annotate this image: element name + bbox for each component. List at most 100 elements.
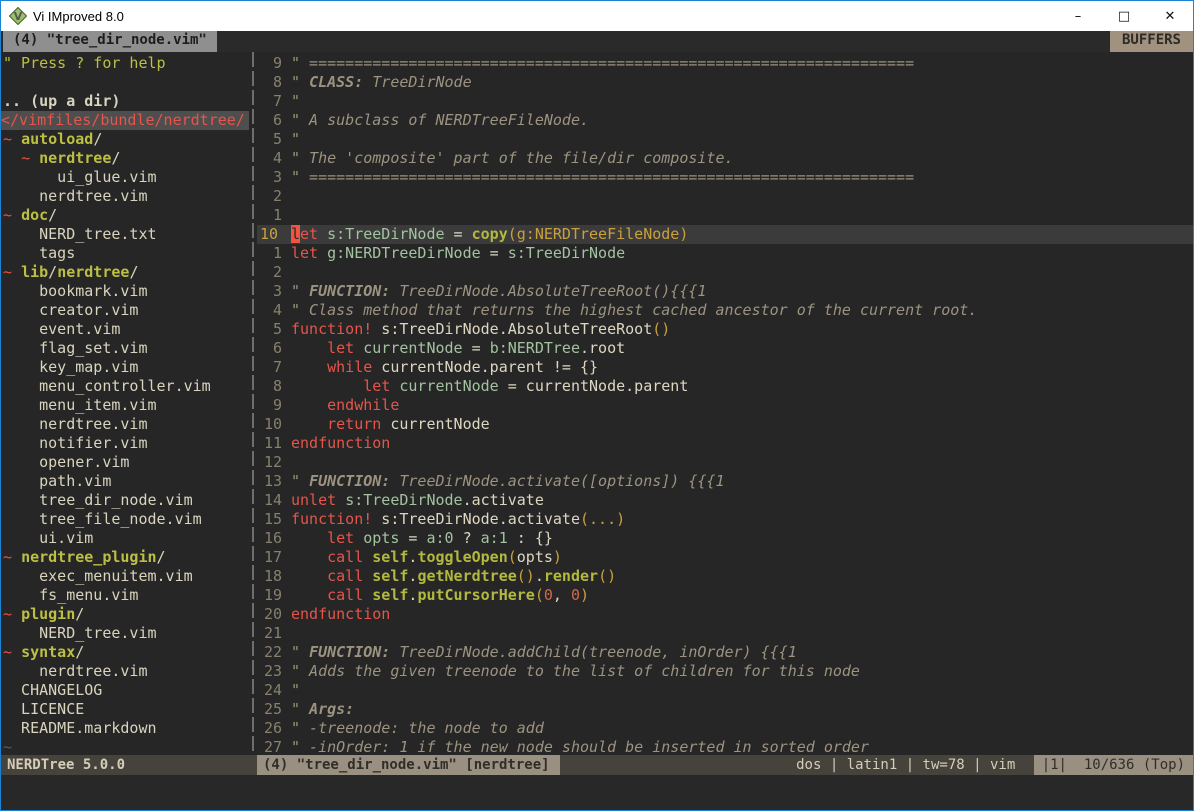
window-controls: – □ ✕ (1055, 1, 1193, 31)
tree-file-tree-file-node[interactable]: tree_file_node.vim (1, 510, 249, 529)
syntax-pl (318, 244, 327, 262)
syntax-dir: syntax (21, 643, 75, 661)
code-line-current[interactable]: 10let s:TreeDirNode = copy(g:NERDTreeFil… (257, 225, 1193, 244)
syntax-file: LICENCE (3, 700, 84, 718)
tree-blank-line[interactable] (1, 73, 249, 92)
tree-dir-doc[interactable]: ~ doc/ (1, 206, 249, 225)
syntax-par: () (598, 567, 616, 585)
code-line[interactable]: 19 call self.putCursorHere(0, 0) (257, 586, 1193, 605)
tree-file-ui-glue[interactable]: ui_glue.vim (1, 168, 249, 187)
code-line[interactable]: 9" =====================================… (257, 54, 1193, 73)
code-line[interactable]: 15function! s:TreeDirNode.activate(...) (257, 510, 1193, 529)
code-line[interactable]: 16 let opts = a:0 ? a:1 : {} (257, 529, 1193, 548)
tree-file-bookmark[interactable]: bookmark.vim (1, 282, 249, 301)
tree-file-creator[interactable]: creator.vim (1, 301, 249, 320)
tree-file-lib-nerdtree-vim[interactable]: nerdtree.vim (1, 415, 249, 434)
syntax-num: 0 (544, 586, 553, 604)
code-line[interactable]: 22" FUNCTION: TreeDirNode.addChild(treen… (257, 643, 1193, 662)
tree-file-notifier[interactable]: notifier.vim (1, 434, 249, 453)
syntax-comb: CLASS: (309, 73, 363, 91)
minimize-button[interactable]: – (1055, 1, 1101, 31)
code-line[interactable]: 21 (257, 624, 1193, 643)
code-line[interactable]: 25" Args: (257, 700, 1193, 719)
tree-file-key-map[interactable]: key_map.vim (1, 358, 249, 377)
code-line[interactable]: 6" A subclass of NERDTreeFileNode. (257, 111, 1193, 130)
tree-file-tags[interactable]: tags (1, 244, 249, 263)
syntax-help: " Press ? for help (3, 54, 166, 72)
tree-file-ui[interactable]: ui.vim (1, 529, 249, 548)
code-line[interactable]: 12 (257, 453, 1193, 472)
tree-file-menu-item[interactable]: menu_item.vim (1, 396, 249, 415)
code-line[interactable]: 6 let currentNode = b:NERDTree.root (257, 339, 1193, 358)
code-line[interactable]: 5function! s:TreeDirNode.AbsoluteTreeRoo… (257, 320, 1193, 339)
code-line[interactable]: 2 (257, 187, 1193, 206)
tree-dir-lib-nerdtree[interactable]: ~ lib/nerdtree/ (1, 263, 249, 282)
tree-empty-tilde[interactable]: ~ (1, 738, 249, 755)
code-line[interactable]: 1let g:NERDTreeDirNode = s:TreeDirNode (257, 244, 1193, 263)
code-line[interactable]: 7" (257, 92, 1193, 111)
tree-file-flag-set[interactable]: flag_set.vim (1, 339, 249, 358)
syntax-comb: FUNCTION: (309, 282, 390, 300)
code-line[interactable]: 27" -inOrder: 1 if the new node should b… (257, 738, 1193, 755)
syntax-pl (291, 415, 327, 433)
code-line[interactable]: 11endfunction (257, 434, 1193, 453)
line-number: 2 (257, 187, 282, 206)
tree-file-nerd-tree-vim[interactable]: NERD_tree.vim (1, 624, 249, 643)
code-line[interactable]: 9 endwhile (257, 396, 1193, 415)
statusline-nerdtree-version: NERDTree 5.0.0 (1, 755, 257, 775)
tree-up-a-dir[interactable]: .. (up a dir) (1, 92, 249, 111)
code-line[interactable]: 14unlet s:TreeDirNode.activate (257, 491, 1193, 510)
tree-help-line[interactable]: " Press ? for help (1, 54, 249, 73)
code-line[interactable]: 26" -treenode: the node to add (257, 719, 1193, 738)
code-line[interactable]: 2 (257, 263, 1193, 282)
code-line[interactable]: 23" Adds the given treenode to the list … (257, 662, 1193, 681)
line-number: 4 (257, 301, 282, 320)
window-separator[interactable] (249, 52, 257, 755)
syntax-pl: currentNode.parent != {} (372, 358, 598, 376)
syntax-id: s:TreeDirNode (345, 491, 462, 509)
code-line[interactable]: 3" =====================================… (257, 168, 1193, 187)
code-line[interactable]: 18 call self.getNerdtree().render() (257, 567, 1193, 586)
code-line[interactable]: 4" Class method that returns the highest… (257, 301, 1193, 320)
code-line[interactable]: 17 call self.toggleOpen(opts) (257, 548, 1193, 567)
tree-dir-plugin[interactable]: ~ plugin/ (1, 605, 249, 624)
code-line[interactable]: 7 while currentNode.parent != {} (257, 358, 1193, 377)
close-button[interactable]: ✕ (1147, 1, 1193, 31)
maximize-button[interactable]: □ (1101, 1, 1147, 31)
tree-root-path[interactable]: </vimfiles/bundle/nerdtree/ (1, 111, 249, 130)
syntax-par: ) (580, 586, 589, 604)
code-line[interactable]: 8 let currentNode = currentNode.parent (257, 377, 1193, 396)
code-line[interactable]: 3" FUNCTION: TreeDirNode.AbsoluteTreeRoo… (257, 282, 1193, 301)
tree-file-nerd-tree-txt[interactable]: NERD_tree.txt (1, 225, 249, 244)
tree-file-menu-controller[interactable]: menu_controller.vim (1, 377, 249, 396)
code-line[interactable]: 13" FUNCTION: TreeDirNode.activate([opti… (257, 472, 1193, 491)
syntax-file: tree_dir_node.vim (3, 491, 193, 509)
syntax-id: a:1 (481, 529, 508, 547)
tree-file-event[interactable]: event.vim (1, 320, 249, 339)
tree-file-syntax-nerdtree-vim[interactable]: nerdtree.vim (1, 662, 249, 681)
tree-file-fs-menu[interactable]: fs_menu.vim (1, 586, 249, 605)
tab-tree-dir-node[interactable]: (4) "tree_dir_node.vim" (3, 31, 217, 52)
tree-file-changelog[interactable]: CHANGELOG (1, 681, 249, 700)
tree-file-licence[interactable]: LICENCE (1, 700, 249, 719)
code-line[interactable]: 5" (257, 130, 1193, 149)
code-line[interactable]: 20endfunction (257, 605, 1193, 624)
syntax-com: " The 'composite' part of the file/dir c… (291, 149, 734, 167)
line-number: 9 (257, 54, 282, 73)
tree-file-readme[interactable]: README.markdown (1, 719, 249, 738)
code-line[interactable]: 10 return currentNode (257, 415, 1193, 434)
syntax-file: NERD_tree.txt (3, 225, 157, 243)
tree-dir-autoload-nerdtree[interactable]: ~ nerdtree/ (1, 149, 249, 168)
code-line[interactable]: 1 (257, 206, 1193, 225)
tree-dir-nerdtree-plugin[interactable]: ~ nerdtree_plugin/ (1, 548, 249, 567)
tree-file-exec-menuitem[interactable]: exec_menuitem.vim (1, 567, 249, 586)
tree-file-autoload-nerdtree-vim[interactable]: nerdtree.vim (1, 187, 249, 206)
tree-dir-syntax[interactable]: ~ syntax/ (1, 643, 249, 662)
tree-file-path[interactable]: path.vim (1, 472, 249, 491)
code-line[interactable]: 24" (257, 681, 1193, 700)
tree-file-tree-dir-node[interactable]: tree_dir_node.vim (1, 491, 249, 510)
tree-dir-autoload[interactable]: ~ autoload/ (1, 130, 249, 149)
tree-file-opener[interactable]: opener.vim (1, 453, 249, 472)
code-line[interactable]: 8" CLASS: TreeDirNode (257, 73, 1193, 92)
code-line[interactable]: 4" The 'composite' part of the file/dir … (257, 149, 1193, 168)
